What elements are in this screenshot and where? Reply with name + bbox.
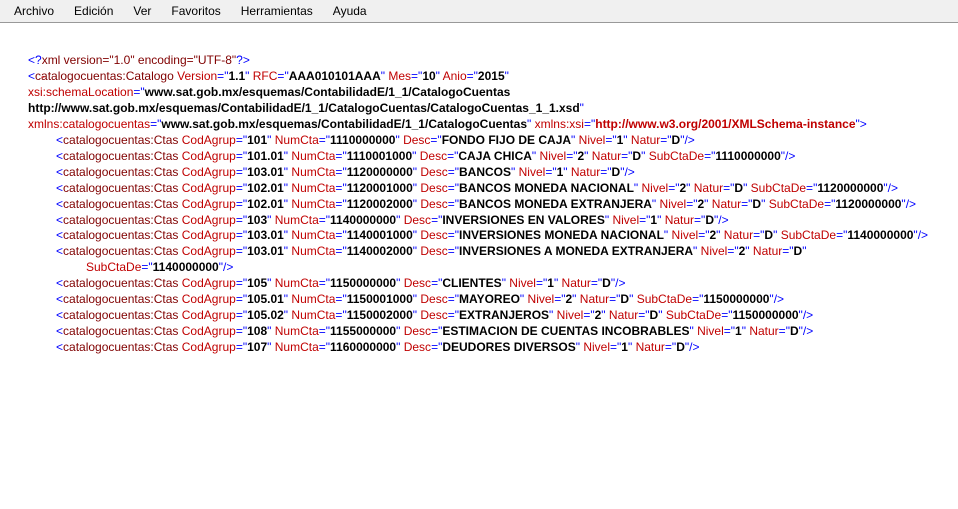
menu-archivo[interactable]: Archivo <box>4 2 64 20</box>
ctas-element: <catalogocuentas:Ctas CodAgrup="101.01" … <box>28 149 950 165</box>
ctas-element: <catalogocuentas:Ctas CodAgrup="102.01" … <box>28 181 950 197</box>
xml-viewport: <?xml version="1.0" encoding="UTF-8"?>-<… <box>0 23 958 509</box>
ctas-element: <catalogocuentas:Ctas CodAgrup="105.01" … <box>28 292 950 308</box>
ctas-element: <catalogocuentas:Ctas CodAgrup="103" Num… <box>28 213 950 229</box>
xml-content[interactable]: <?xml version="1.0" encoding="UTF-8"?>-<… <box>0 23 958 509</box>
ctas-element: <catalogocuentas:Ctas CodAgrup="108" Num… <box>28 324 950 340</box>
menu-ayuda[interactable]: Ayuda <box>323 2 377 20</box>
ctas-element: <catalogocuentas:Ctas CodAgrup="107" Num… <box>28 340 950 356</box>
ctas-element: <catalogocuentas:Ctas CodAgrup="102.01" … <box>28 197 950 213</box>
menu-edicion[interactable]: Edición <box>64 2 123 20</box>
xml-declaration: <?xml version="1.0" encoding="UTF-8"?> <box>28 53 950 69</box>
collapse-toggle[interactable]: - <box>41 69 45 85</box>
menu-ver[interactable]: Ver <box>123 2 161 20</box>
menubar: Archivo Edición Ver Favoritos Herramient… <box>0 0 958 23</box>
menu-herramientas[interactable]: Herramientas <box>231 2 323 20</box>
ctas-element: <catalogocuentas:Ctas CodAgrup="103.01" … <box>28 228 950 244</box>
root-element: <catalogocuentas:Catalogo Version="1.1" … <box>28 69 950 133</box>
menu-favoritos[interactable]: Favoritos <box>161 2 230 20</box>
ctas-element: <catalogocuentas:Ctas CodAgrup="101" Num… <box>28 133 950 149</box>
ctas-element: <catalogocuentas:Ctas CodAgrup="103.01" … <box>28 165 950 181</box>
ctas-element: <catalogocuentas:Ctas CodAgrup="105.02" … <box>28 308 950 324</box>
ctas-element: <catalogocuentas:Ctas CodAgrup="105" Num… <box>28 276 950 292</box>
ctas-element: <catalogocuentas:Ctas CodAgrup="103.01" … <box>28 244 950 276</box>
